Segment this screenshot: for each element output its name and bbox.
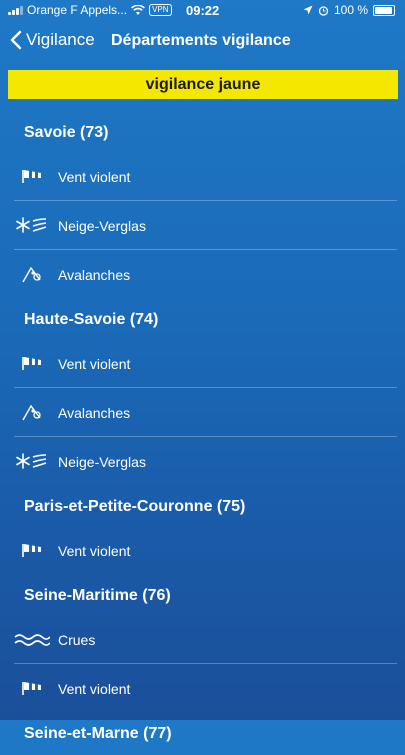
alert-label: Avalanches bbox=[58, 404, 131, 421]
department-header[interactable]: Seine-et-Marne (77) bbox=[0, 713, 405, 753]
alert-row[interactable]: Neige-Verglas bbox=[0, 201, 405, 250]
location-arrow-icon bbox=[303, 5, 313, 15]
alert-label: Crues bbox=[58, 631, 96, 648]
chevron-left-icon bbox=[10, 30, 22, 50]
department-header[interactable]: Haute-Savoie (74) bbox=[0, 299, 405, 339]
alert-label: Vent violent bbox=[58, 542, 131, 559]
vpn-badge: VPN bbox=[149, 4, 172, 16]
back-label: Vigilance bbox=[26, 30, 95, 49]
department-header[interactable]: Savoie (73) bbox=[0, 112, 405, 152]
alarm-clock-icon bbox=[318, 5, 329, 16]
clock: 09:22 bbox=[186, 3, 220, 18]
alert-label: Neige-Verglas bbox=[58, 453, 146, 470]
wind-sock-icon bbox=[14, 538, 50, 562]
department-list: Savoie (73) Vent violent Neige-Verglas Aval… bbox=[0, 112, 405, 753]
vigilance-level-banner: vigilance jaune bbox=[8, 70, 398, 99]
wifi-icon bbox=[131, 4, 146, 15]
alert-label: Vent violent bbox=[58, 680, 131, 697]
alert-row[interactable]: Neige-Verglas bbox=[0, 437, 405, 486]
alert-row[interactable]: Avalanches bbox=[0, 250, 405, 299]
alert-label: Avalanches bbox=[58, 266, 131, 283]
alert-row[interactable]: Vent violent bbox=[0, 152, 405, 201]
alert-label: Neige-Verglas bbox=[58, 217, 146, 234]
alert-row[interactable]: Vent violent bbox=[0, 664, 405, 713]
back-button[interactable]: Vigilance bbox=[10, 30, 95, 50]
wind-sock-icon bbox=[14, 351, 50, 375]
wind-sock-icon bbox=[14, 676, 50, 700]
avalanche-icon bbox=[14, 400, 50, 424]
navigation-bar: Vigilance Départements vigilance bbox=[0, 26, 405, 60]
alert-row[interactable]: Vent violent bbox=[0, 526, 405, 575]
cell-signal-icon bbox=[8, 5, 23, 15]
department-header[interactable]: Seine-Maritime (76) bbox=[0, 575, 405, 615]
alert-label: Vent violent bbox=[58, 355, 131, 372]
alert-row[interactable]: Vent violent bbox=[0, 339, 405, 388]
page-title: Départements vigilance bbox=[111, 32, 291, 49]
status-bar: Orange F Appels... VPN 09:22 100 % bbox=[0, 0, 405, 22]
alert-row[interactable]: Avalanches bbox=[0, 388, 405, 437]
flood-waves-icon bbox=[14, 627, 50, 651]
department-header[interactable]: Paris-et-Petite-Couronne (75) bbox=[0, 486, 405, 526]
snow-ice-icon bbox=[14, 213, 50, 237]
carrier-name: Orange F Appels... bbox=[27, 3, 128, 17]
wind-sock-icon bbox=[14, 164, 50, 188]
snow-ice-icon bbox=[14, 449, 50, 473]
battery-icon bbox=[373, 4, 395, 16]
battery-percent: 100 % bbox=[333, 3, 368, 17]
avalanche-icon bbox=[14, 262, 50, 286]
alert-label: Vent violent bbox=[58, 168, 131, 185]
alert-row[interactable]: Crues bbox=[0, 615, 405, 664]
